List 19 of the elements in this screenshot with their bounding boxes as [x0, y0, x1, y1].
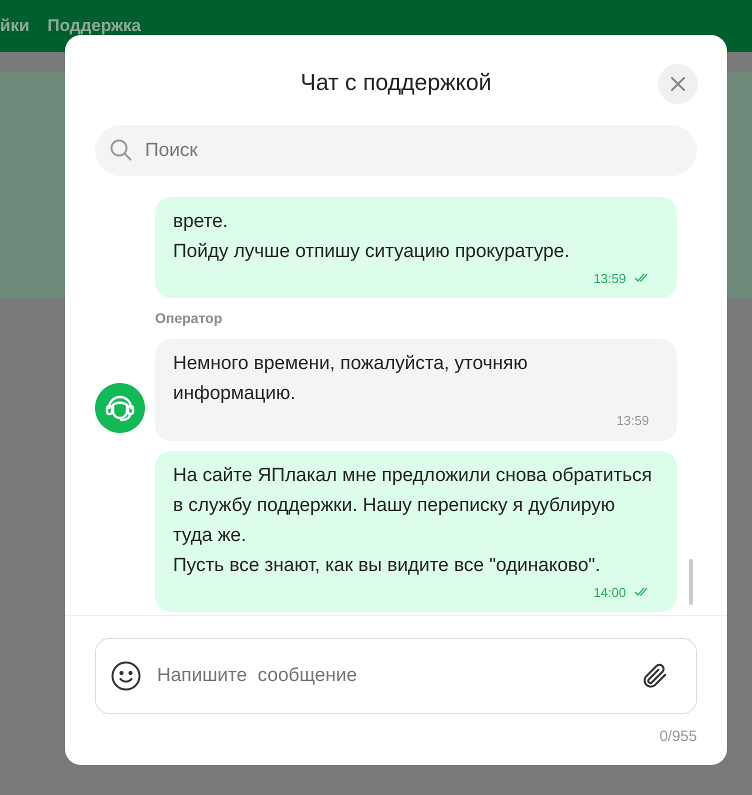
message-time: 13:59	[593, 270, 626, 288]
close-button[interactable]	[658, 64, 698, 104]
search-field[interactable]: Поиск	[95, 125, 697, 176]
message-input-field[interactable]: Напишите сообщение	[95, 638, 697, 714]
search-icon	[110, 139, 132, 161]
message-text: На сайте ЯПлакал мне предложили снова обратиться в службу поддержки. Нашу переписку я дублирую туда же. Пусть все знают, как вы видите все "одинаково".	[173, 464, 653, 578]
dialog-title: Чат с поддержкой	[300, 68, 492, 97]
message-text: врете. Пойду лучше отпишу ситуацию прокуратуре.	[173, 210, 571, 264]
message-time: 14:00	[593, 584, 626, 602]
operator-avatar-icon	[95, 382, 145, 432]
nav-link[interactable]: йки	[0, 13, 30, 39]
sender-name: Оператор	[155, 309, 224, 328]
message-text: Немного времени, пожалуйста, уточняю информацию.	[173, 352, 529, 406]
character-counter: 0/955	[659, 727, 697, 747]
smiley-icon[interactable]	[111, 661, 141, 691]
nav-link[interactable]: Поддержка	[47, 13, 142, 39]
scrollbar-thumb[interactable]	[689, 559, 693, 605]
message-time: 13:59	[616, 412, 649, 430]
close-icon	[671, 77, 685, 91]
